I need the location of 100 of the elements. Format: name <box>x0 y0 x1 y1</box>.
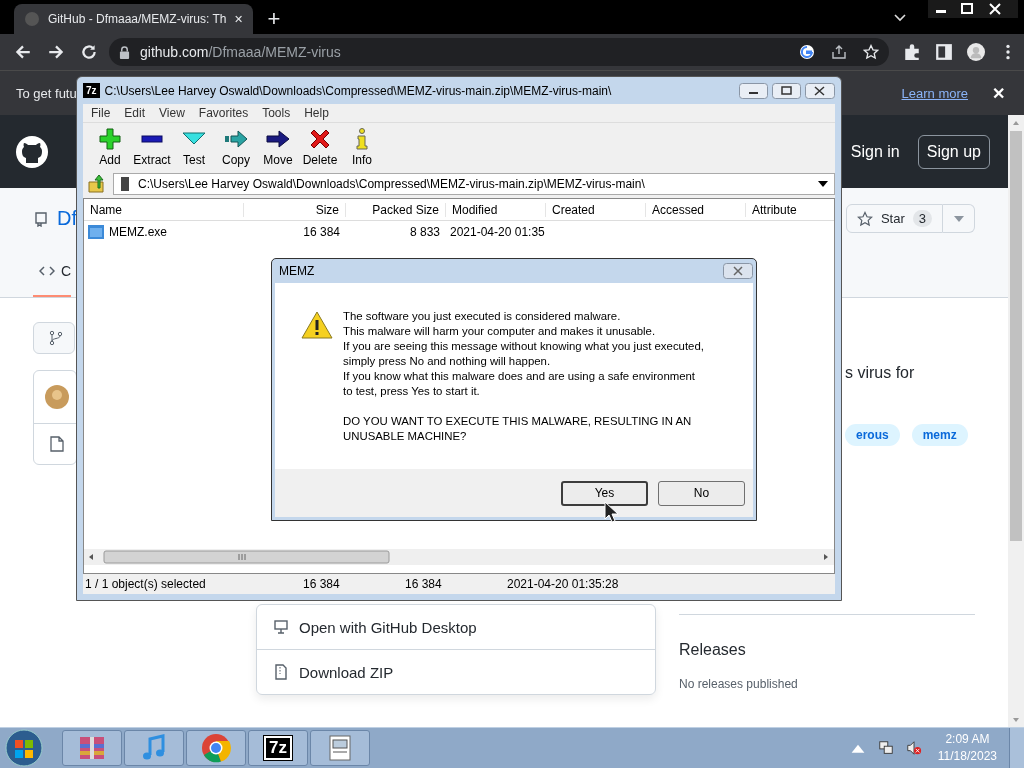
taskbar-sevenzip-button[interactable]: 7z <box>248 730 308 766</box>
menu-item[interactable]: Help <box>304 106 329 120</box>
branch-icon <box>48 330 64 346</box>
status-text: 1 / 1 object(s) selected <box>85 577 207 591</box>
menu-item[interactable]: Edit <box>124 106 146 120</box>
taskbar-browser-button[interactable] <box>186 730 246 766</box>
reload-icon[interactable] <box>80 43 98 61</box>
about-text: s virus for <box>845 364 916 382</box>
new-tab-button[interactable]: + <box>267 8 281 30</box>
topic-tag[interactable]: memz <box>911 424 968 446</box>
no-button[interactable]: No <box>658 480 745 506</box>
taskbar-archive-button[interactable] <box>62 730 122 766</box>
browser-icon <box>201 733 231 763</box>
column-header[interactable]: Name <box>84 202 244 217</box>
toolbar-extract-button[interactable]: Extract <box>131 127 173 167</box>
monitor-icon <box>273 619 289 635</box>
download-zip-item[interactable]: Download ZIP <box>257 649 655 694</box>
column-header[interactable]: Modified <box>446 202 546 217</box>
column-header[interactable]: Accessed <box>646 202 746 217</box>
puzzle-icon[interactable] <box>903 43 921 61</box>
status-text: 16 384 <box>303 577 341 591</box>
arrow-icon <box>266 127 290 151</box>
drive-icon <box>120 176 130 192</box>
toolbar-move-button[interactable]: Move <box>257 127 299 167</box>
chevron-down-icon[interactable] <box>894 14 906 22</box>
window-controls[interactable] <box>739 82 835 99</box>
file-row[interactable]: MEMZ.exe 16 384 8 833 2021-04-20 01:35 <box>84 221 834 243</box>
url-text: github.com/Dfmaaa/MEMZ-virus <box>140 44 341 60</box>
releases-heading[interactable]: Releases <box>679 641 975 659</box>
column-header[interactable]: Created <box>546 202 646 217</box>
page-scrollbar[interactable] <box>1008 115 1024 727</box>
network-icon[interactable] <box>877 740 894 756</box>
code-icon <box>39 265 55 277</box>
speaker-muted-icon[interactable] <box>905 740 922 756</box>
question-text: DO YOU WANT TO EXECUTE THIS MALWARE, RESULTING IN AN UNUSABLE MACHINE? <box>343 414 693 444</box>
star-label: Star <box>880 211 905 226</box>
menu-item[interactable]: View <box>159 106 185 120</box>
status-text: 2021-04-20 01:35:28 <box>507 577 619 591</box>
menu-item[interactable]: File <box>91 106 111 120</box>
repository-title[interactable]: Df <box>57 207 77 230</box>
file-icon <box>88 225 104 239</box>
star-button[interactable]: Star 3 <box>845 204 943 233</box>
status-text: 16 384 <box>405 577 443 591</box>
star-icon <box>856 210 873 227</box>
star-dropdown-button[interactable] <box>943 204 975 233</box>
column-header[interactable]: Packed Size <box>346 202 446 217</box>
dropdown-arrow-icon[interactable] <box>818 181 828 187</box>
open-desktop-item[interactable]: Open with GitHub Desktop <box>257 605 655 649</box>
learn-more-link[interactable]: Learn more <box>901 85 968 101</box>
folder-up-icon[interactable] <box>87 174 107 194</box>
taskbar-window-button[interactable] <box>310 730 370 766</box>
menu-item[interactable]: Favorites <box>198 106 249 120</box>
address-bar[interactable]: github.com/Dfmaaa/MEMZ-virus <box>109 38 889 66</box>
infobar-close-button[interactable]: ✕ <box>992 83 1005 103</box>
column-header[interactable]: Size <box>244 202 346 217</box>
path-field[interactable]: C:\Users\Lee Harvey Oswald\Downloads\Compressed\MEMZ-virus-main.zip\MEMZ-virus-main\ <box>113 173 835 195</box>
arrow-icon <box>224 127 248 151</box>
warning-icon <box>301 311 333 339</box>
horizontal-scrollbar[interactable] <box>84 549 834 565</box>
browser-tab[interactable]: GitHub - Dfmaaa/MEMZ-virus: Th ✕ <box>14 4 254 34</box>
tab-close-button[interactable]: ✕ <box>234 12 244 26</box>
branch-button[interactable] <box>33 322 75 354</box>
code-tab[interactable]: C <box>33 263 72 297</box>
caret-icon <box>953 215 964 222</box>
zip-file-icon <box>273 664 289 680</box>
dialog-title: MEMZ <box>279 264 315 278</box>
repository-icon <box>33 210 49 227</box>
toolbar-copy-button[interactable]: Copy <box>215 127 257 167</box>
forward-icon[interactable] <box>47 43 65 61</box>
start-button[interactable] <box>4 728 44 768</box>
cross-icon <box>308 127 332 151</box>
google-icon[interactable] <box>799 44 815 60</box>
file-icon <box>50 436 64 452</box>
share-icon[interactable] <box>831 44 847 60</box>
yes-button[interactable]: Yes <box>561 480 648 506</box>
window-controls[interactable] <box>928 0 1018 18</box>
infobar-text: To get futu <box>16 85 77 101</box>
topic-tag[interactable]: erous <box>845 424 900 446</box>
mouse-cursor-icon <box>604 501 618 523</box>
side-panel-icon[interactable] <box>935 43 953 61</box>
column-header[interactable]: Attribute <box>746 202 834 217</box>
lock-icon[interactable] <box>119 45 130 59</box>
menu-item[interactable]: Tools <box>262 106 291 120</box>
star-count: 3 <box>912 210 932 227</box>
back-icon[interactable] <box>14 43 32 61</box>
profile-avatar-icon[interactable] <box>967 43 985 61</box>
star-icon[interactable] <box>863 44 879 60</box>
toolbar-test-button[interactable]: Test <box>173 127 215 167</box>
plus-icon <box>98 127 122 151</box>
close-button[interactable] <box>723 263 753 279</box>
toolbar-info-button[interactable]: Info <box>341 127 383 167</box>
window-title: C:\Users\Lee Harvey Oswald\Downloads\Compressed\MEMZ-virus-main.zip\MEMZ-virus-main\ <box>104 83 612 98</box>
sign-in-link[interactable]: Sign in <box>850 142 900 161</box>
toolbar-add-button[interactable]: Add <box>89 127 131 167</box>
sign-up-button[interactable]: Sign up <box>917 134 990 169</box>
toolbar-delete-button[interactable]: Delete <box>299 127 341 167</box>
app-logo-icon: 7z <box>264 736 292 760</box>
github-logo-icon[interactable] <box>16 135 48 168</box>
tab-title: GitHub - Dfmaaa/MEMZ-virus: Th <box>48 12 227 26</box>
message-text: The software you just executed is considered malware. This malware will harm your computer and makes it unusable. If you are seeing this message without knowing what you just executed, simply press No and nothing will happen. If you know what this malware does and are using a safe environment to test, press Yes to start it. <box>343 309 704 399</box>
